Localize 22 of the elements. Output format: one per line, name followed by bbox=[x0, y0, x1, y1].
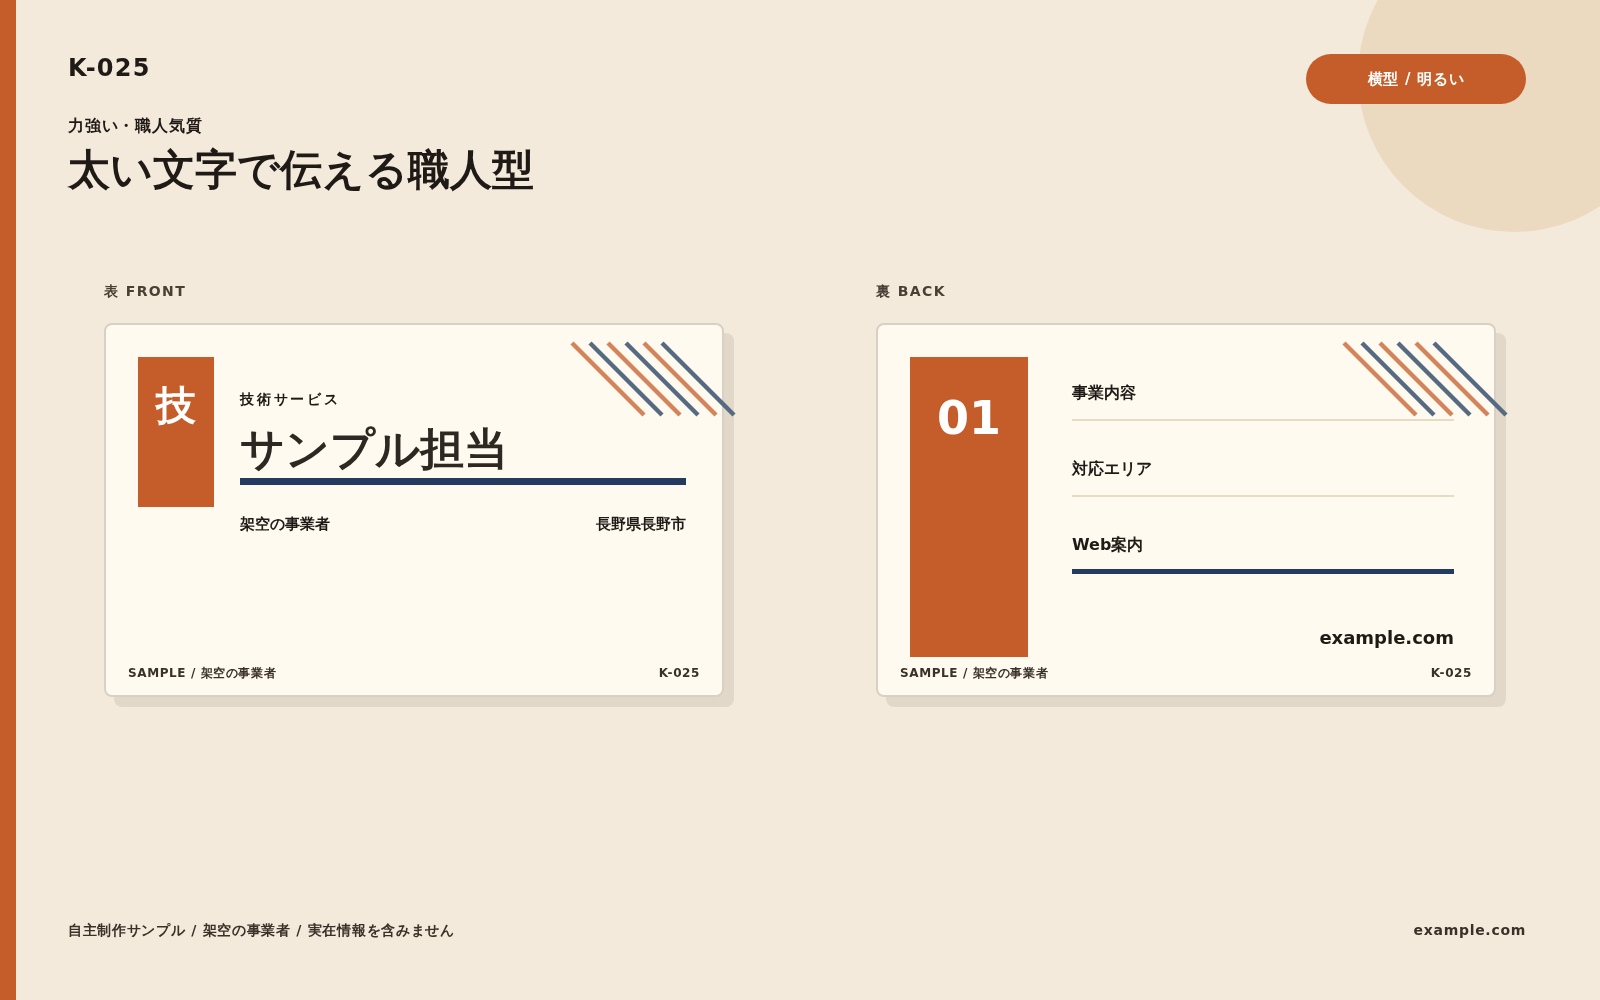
info-label: 対応エリア bbox=[1072, 457, 1153, 480]
page-title: 太い文字で伝える職人型 bbox=[68, 144, 534, 196]
card-footer-text: SAMPLE / 架空の事業者 bbox=[128, 664, 277, 681]
number-block: 01 bbox=[910, 356, 1028, 657]
info-label: 事業内容 bbox=[1072, 381, 1137, 404]
tagline: 力強い・職人気質 bbox=[68, 115, 204, 137]
card-code: K-025 bbox=[658, 664, 700, 681]
category: 技術サービス bbox=[240, 389, 342, 409]
location: 長野県長野市 bbox=[596, 513, 686, 535]
info-label: Web案内 bbox=[1072, 533, 1145, 556]
card-code: K-025 bbox=[1430, 664, 1472, 681]
sample-code: K-025 bbox=[68, 53, 152, 84]
style-badge: 横型 / 明るい bbox=[1306, 54, 1526, 104]
card-footer-text: SAMPLE / 架空の事業者 bbox=[900, 664, 1049, 681]
website: example.com bbox=[1319, 625, 1454, 650]
mark-block: 技 bbox=[138, 356, 214, 507]
person-name: サンプル担当 bbox=[240, 421, 509, 476]
disclaimer: 自主制作サンプル / 架空の事業者 / 実在情報を含みません bbox=[68, 921, 455, 940]
company-name: 架空の事業者 bbox=[240, 513, 330, 535]
side-label: 裏 BACK bbox=[876, 281, 947, 301]
site-url: example.com bbox=[1413, 921, 1526, 940]
side-label: 表 FRONT bbox=[104, 281, 188, 301]
